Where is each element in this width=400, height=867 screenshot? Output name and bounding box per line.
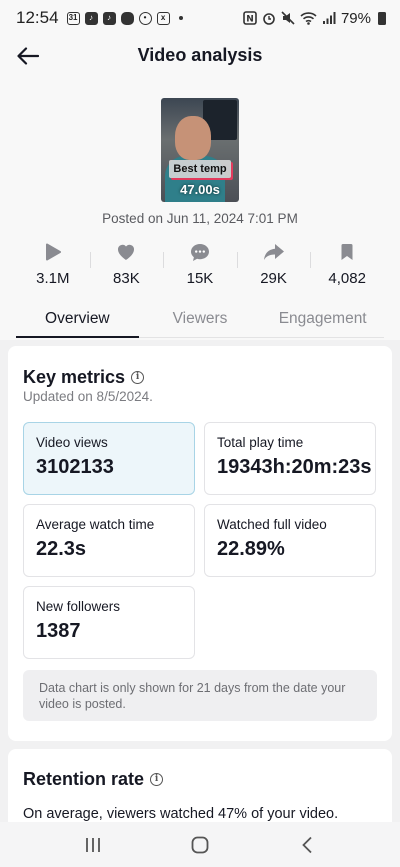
page-title: Video analysis <box>137 45 263 65</box>
more-notifications-icon <box>178 16 183 20</box>
info-icon[interactable]: i <box>131 371 145 384</box>
posted-date: Posted on Jun 11, 2024 7:01 PM <box>102 211 298 226</box>
metric-label: Total play time <box>217 435 304 450</box>
metric-total-play-time[interactable]: Total play time 19343h:20m:23s <box>204 422 376 495</box>
mute-icon <box>281 11 295 25</box>
app-header: Video analysis <box>0 36 400 76</box>
stat-value: 83K <box>113 270 140 287</box>
metric-watched-full-video[interactable]: Watched full video 22.89% <box>204 504 376 577</box>
metric-value: 3102133 <box>36 456 114 478</box>
signal-icon <box>322 12 336 24</box>
stat-comments: 15K <box>163 240 237 288</box>
metric-label: New followers <box>36 599 121 614</box>
stat-plays: 3.1M <box>16 240 90 288</box>
bookmark-icon <box>340 240 354 264</box>
heart-icon <box>116 240 136 264</box>
video-thumbnail[interactable]: Best temp 47.00s <box>161 98 239 202</box>
status-bar: 12:54 31 ♪ ♪ • x N 79% <box>0 0 400 36</box>
tiktok-icon: ♪ <box>102 11 116 25</box>
system-status: N 79% <box>243 10 386 27</box>
tab-overview[interactable]: Overview <box>16 300 139 338</box>
recent-apps-button[interactable] <box>73 830 113 860</box>
engagement-stats: 3.1M 83K 15K 29K 4,082 <box>16 240 384 288</box>
stat-value: 3.1M <box>36 270 70 287</box>
battery-icon <box>378 11 386 25</box>
retention-title: Retention rate i <box>23 769 164 790</box>
nav-back-button[interactable] <box>287 830 327 860</box>
thumbnail-caption: Best temp <box>169 160 231 178</box>
stat-value: 4,082 <box>328 270 366 287</box>
metric-label: Average watch time <box>36 517 155 532</box>
video-duration: 47.00s <box>180 182 220 197</box>
metric-label: Watched full video <box>217 517 327 532</box>
analysis-tabs: Overview Viewers Engagement <box>16 300 384 338</box>
home-button[interactable] <box>180 830 220 860</box>
recent-apps-icon <box>86 837 101 852</box>
metric-value: 19343h:20m:23s <box>217 456 372 478</box>
tab-viewers[interactable]: Viewers <box>139 300 262 337</box>
key-metrics-card: Key metrics i Updated on 8/5/2024. Video… <box>8 346 392 741</box>
stat-value: 15K <box>186 270 214 287</box>
stat-saves: 4,082 <box>310 240 384 288</box>
metric-video-views[interactable]: Video views 3102133 <box>23 422 195 495</box>
metric-value: 22.89% <box>217 538 285 560</box>
metric-new-followers[interactable]: New followers 1387 <box>23 586 195 659</box>
settings-icon: • <box>138 11 152 25</box>
app-icon <box>120 11 134 25</box>
metric-value: 1387 <box>36 620 81 642</box>
metric-average-watch-time[interactable]: Average watch time 22.3s <box>23 504 195 577</box>
comment-icon <box>190 240 210 264</box>
wifi-icon <box>300 12 317 25</box>
alarm-icon <box>263 13 275 25</box>
retention-heading: Retention rate <box>23 769 145 789</box>
status-time: 12:54 <box>16 8 59 27</box>
nfc-icon: N <box>243 11 257 25</box>
data-chart-note: Data chart is only shown for 21 days fro… <box>23 670 377 721</box>
info-icon[interactable]: i <box>150 773 164 786</box>
home-icon <box>191 836 209 853</box>
tiktok-icon: ♪ <box>84 11 98 25</box>
app-icon: x <box>156 11 170 25</box>
stat-shares: 29K <box>236 240 311 288</box>
stat-likes: 83K <box>89 240 164 288</box>
system-nav-bar <box>0 822 400 867</box>
play-icon <box>44 240 62 264</box>
notification-icons: 31 ♪ ♪ • x <box>66 11 183 25</box>
share-icon <box>263 240 285 264</box>
metric-value: 22.3s <box>36 538 87 560</box>
back-icon <box>301 836 312 853</box>
key-metrics-title: Key metrics i <box>23 367 145 388</box>
calendar-icon: 31 <box>66 11 80 25</box>
key-metrics-heading: Key metrics <box>23 367 126 387</box>
thumbnail-face <box>175 116 211 160</box>
retention-description: On average, viewers watched 47% of your … <box>23 806 339 822</box>
metric-label: Video views <box>36 435 108 450</box>
battery-percent: 79% <box>340 9 371 27</box>
stat-value: 29K <box>260 270 287 287</box>
tab-engagement[interactable]: Engagement <box>261 300 384 337</box>
svg-text:N: N <box>246 15 254 25</box>
updated-date: Updated on 8/5/2024. <box>23 389 153 404</box>
